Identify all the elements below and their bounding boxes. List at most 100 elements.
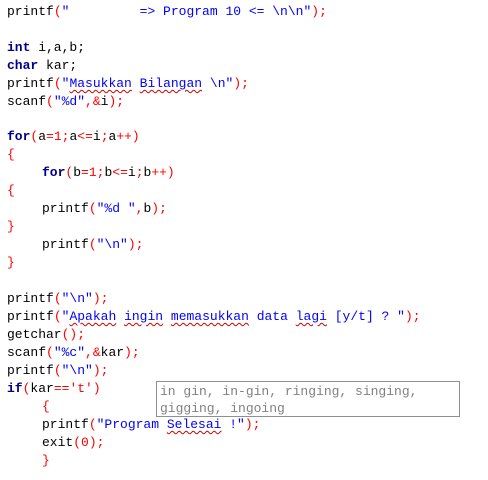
operator: <= <box>77 129 93 144</box>
string-literal: "Program <box>96 417 167 432</box>
code-text: i,a,b; <box>30 40 86 55</box>
punctuation: ( <box>73 435 82 450</box>
string-literal <box>132 76 140 91</box>
operator: ++) <box>151 165 175 180</box>
code-line: { <box>42 398 50 416</box>
punctuation: ); <box>151 201 167 216</box>
misspelled-word[interactable]: ingin <box>124 309 163 324</box>
misspelled-word[interactable]: memasukkan <box>171 309 249 324</box>
code-line: getchar(); <box>7 326 85 344</box>
string-literal <box>116 309 124 324</box>
punctuation: ( <box>88 201 97 216</box>
number-literal: 1 <box>88 165 97 180</box>
misspelled-word[interactable]: Selesai <box>167 417 222 432</box>
keyword: if <box>7 381 23 396</box>
misspelled-word[interactable]: Bilangan <box>140 76 202 91</box>
suggestions-line[interactable]: gigging, ingoing <box>160 400 456 417</box>
punctuation: ( <box>53 4 62 19</box>
keyword: for <box>7 129 31 144</box>
code-line: printf("Masukkan Bilangan \n"); <box>7 75 249 93</box>
code-line: for(a=1;a<=i;a++) <box>7 128 140 146</box>
code-line: printf("\n"); <box>42 236 143 254</box>
operator: ; <box>100 129 109 144</box>
code-line: exit(0); <box>42 434 104 452</box>
string-literal: \n" <box>202 76 234 91</box>
punctuation: ( <box>53 309 62 324</box>
code-line: for(b=1;b<=i;b++) <box>42 164 175 182</box>
code-line: printf(" => Program 10 <= \n\n"); <box>7 3 327 21</box>
code-line: { <box>7 146 15 164</box>
code-line: } <box>7 254 15 272</box>
punctuation: ( <box>46 94 54 109</box>
string-literal: !" <box>221 417 245 432</box>
string-literal: "\n" <box>61 291 93 306</box>
string-literal: [y/t] ? " <box>326 309 405 324</box>
variable: i <box>92 129 101 144</box>
spelling-suggestions-popup[interactable]: in gin, in-gin, ringing, singing, giggin… <box>156 381 460 417</box>
string-literal: "%d" <box>53 94 86 109</box>
punctuation: ); <box>92 291 109 306</box>
operator: = <box>81 165 89 180</box>
misspelled-word[interactable]: Apakah <box>69 309 116 324</box>
punctuation: ); <box>88 435 105 450</box>
function-name: printf <box>7 76 54 91</box>
misspelled-word[interactable]: Masukkan <box>69 76 131 91</box>
function-name: printf <box>7 363 54 378</box>
code-text: kar; <box>38 58 78 73</box>
punctuation: ( <box>53 291 62 306</box>
operator: ++) <box>116 129 140 144</box>
function-name: printf <box>7 309 54 324</box>
punctuation: ,& <box>85 345 101 360</box>
string-literal: "\n" <box>96 237 128 252</box>
punctuation: ); <box>124 345 140 360</box>
function-name: printf <box>42 237 89 252</box>
punctuation: ); <box>233 76 249 91</box>
string-literal: "%d " <box>96 201 136 216</box>
code-line: printf("%d ",b); <box>42 200 167 218</box>
keyword: int <box>7 40 31 55</box>
function-name: scanf <box>7 94 47 109</box>
brace: { <box>42 399 50 414</box>
function-name: printf <box>42 417 89 432</box>
keyword: for <box>42 165 66 180</box>
punctuation: ( <box>53 363 62 378</box>
string-literal: data <box>248 309 296 324</box>
misspelled-word[interactable]: lagi <box>296 309 327 324</box>
operator: ; <box>135 165 144 180</box>
brace: } <box>7 255 15 270</box>
operator: = <box>46 129 54 144</box>
char-literal: 't' <box>69 381 93 396</box>
variable: i <box>127 165 136 180</box>
suggestions-line[interactable]: in gin, in-gin, ringing, singing, <box>160 383 456 400</box>
code-line: scanf("%d",&i); <box>7 93 124 111</box>
punctuation: ); <box>404 309 421 324</box>
function-name: getchar <box>7 327 62 342</box>
function-name: exit <box>42 435 74 450</box>
punctuation: (); <box>61 327 86 342</box>
punctuation: ,& <box>85 94 101 109</box>
code-line: } <box>7 218 15 236</box>
operator: == <box>53 381 70 396</box>
variable: b <box>73 165 82 180</box>
punctuation: ( <box>88 237 97 252</box>
variable: kar <box>100 345 125 360</box>
operator: <= <box>112 165 128 180</box>
punctuation: ); <box>311 4 327 19</box>
code-line: printf("Apakah ingin memasukkan data lag… <box>7 308 421 326</box>
string-literal: "%c" <box>53 345 86 360</box>
code-line: if(kar=='t') <box>7 380 101 398</box>
string-literal: " => Program 10 <= \n\n" <box>61 4 312 19</box>
brace: { <box>7 147 15 162</box>
number-literal: 0 <box>81 435 89 450</box>
string-literal: "\n" <box>61 363 93 378</box>
punctuation: ( <box>53 76 62 91</box>
punctuation: ( <box>88 417 97 432</box>
code-line: int i,a,b; <box>7 39 85 57</box>
function-name: scanf <box>7 345 47 360</box>
keyword: char <box>7 58 39 73</box>
string-literal <box>163 309 171 324</box>
variable: kar <box>30 381 54 396</box>
punctuation: ); <box>108 94 125 109</box>
punctuation: ( <box>46 345 54 360</box>
code-line: { <box>7 182 15 200</box>
